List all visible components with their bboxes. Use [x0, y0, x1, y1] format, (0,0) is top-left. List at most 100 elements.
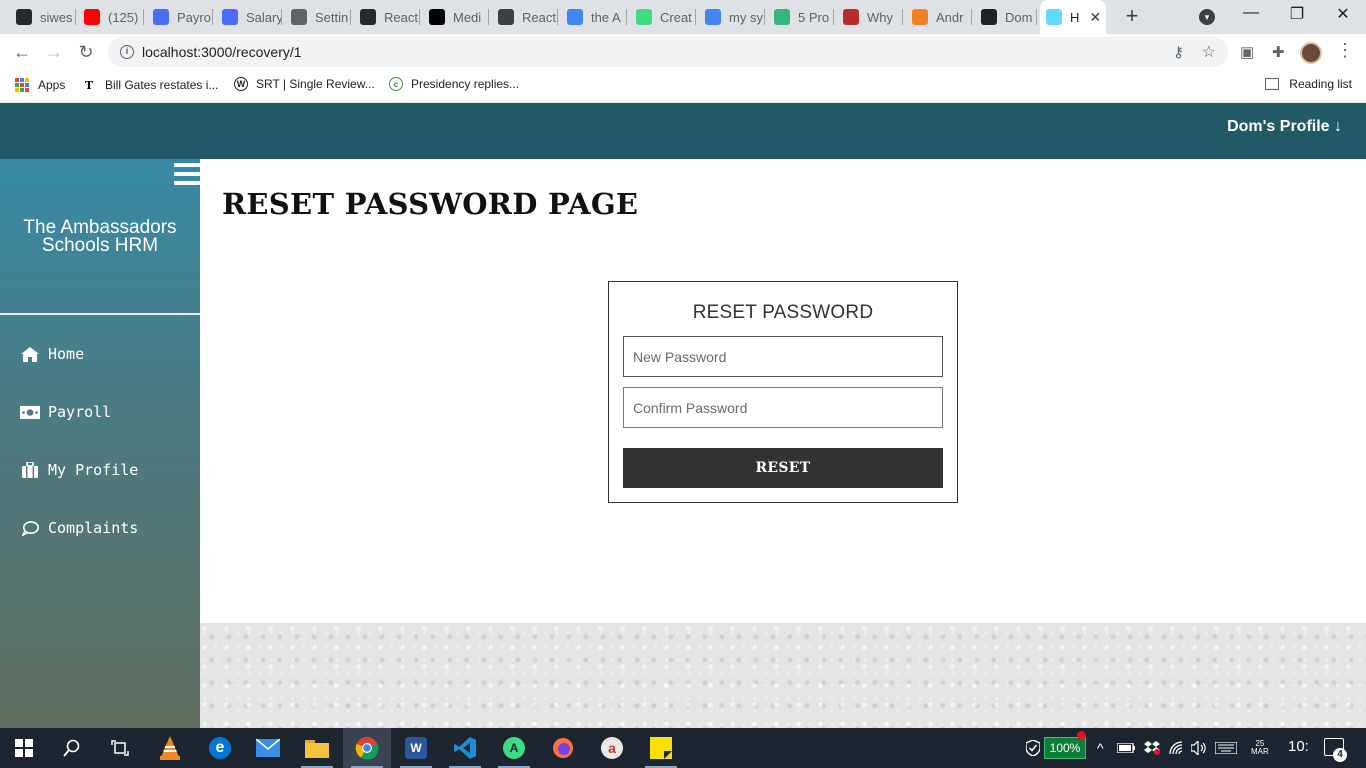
browser-tab[interactable]: React [354, 0, 420, 34]
bookmark-label: Presidency replies... [411, 77, 520, 91]
keyboard-icon[interactable] [1215, 728, 1237, 768]
window-close-icon[interactable]: ✕ [1328, 4, 1358, 24]
tab-label: Dom [1005, 9, 1033, 25]
back-icon[interactable]: ← [10, 40, 34, 64]
minimize-icon[interactable]: — [1236, 4, 1266, 22]
browser-tab[interactable]: Andr [906, 0, 972, 34]
bookmark-apps[interactable]: Apps [14, 77, 65, 93]
volume-icon[interactable] [1191, 728, 1207, 768]
github-icon [16, 9, 32, 25]
notification-dot-icon [1077, 731, 1086, 740]
edge-icon[interactable]: e [196, 728, 244, 768]
taskbar-search-icon[interactable] [48, 728, 96, 768]
site-info-icon[interactable]: i [120, 45, 134, 59]
bookmark-item[interactable]: T Bill Gates restates i... [81, 77, 218, 93]
sidebar-item-my-profile[interactable]: My Profile [20, 461, 138, 479]
task-view-icon[interactable] [96, 728, 144, 768]
date-indicator[interactable]: 25 MAR [1251, 740, 1269, 756]
home-icon [20, 346, 40, 362]
new-password-input[interactable] [623, 336, 943, 377]
date-month: MAR [1251, 747, 1269, 756]
browser-tab[interactable]: (125) [78, 0, 144, 34]
browser-tab[interactable]: H ✕ [1040, 0, 1106, 34]
browser-tab[interactable]: Settin [285, 0, 351, 34]
sidebar-item-label: Home [48, 345, 85, 363]
browser-tab[interactable]: Salary [216, 0, 282, 34]
stackoverflow-icon [912, 9, 928, 25]
chrome-taskbar-icon[interactable] [343, 728, 391, 768]
diamond-icon [498, 9, 514, 25]
browser-tab[interactable]: the A [561, 0, 627, 34]
browser-menu-icon[interactable]: ⋮ [1336, 40, 1354, 61]
show-hidden-icons-icon[interactable]: ^ [1097, 728, 1104, 768]
tab-separator [1036, 9, 1037, 25]
browser-tab[interactable]: Creat [630, 0, 696, 34]
browser-tab[interactable]: Dom [975, 0, 1037, 34]
clock[interactable]: 10: [1288, 738, 1309, 755]
windows-logo-icon [15, 739, 33, 757]
start-button[interactable] [0, 728, 48, 768]
bookmark-item[interactable]: W SRT | Single Review... [234, 77, 375, 91]
reading-list-icon [1265, 78, 1280, 90]
tab-separator [833, 9, 834, 25]
android-studio-icon[interactable]: A [490, 728, 538, 768]
browser-tab[interactable]: siwes [10, 0, 76, 34]
wifi-icon[interactable] [1169, 728, 1185, 768]
vlc-icon[interactable] [146, 728, 194, 768]
extension-icon[interactable]: ▣ [1240, 43, 1254, 61]
hamburger-menu-icon[interactable] [174, 163, 200, 185]
mail-icon[interactable] [244, 728, 292, 768]
browser-tab[interactable]: Payro [147, 0, 213, 34]
browser-tab[interactable]: React [492, 0, 558, 34]
address-bar[interactable]: i localhost:3000/recovery/1 ⚷ ☆ [108, 37, 1228, 67]
restore-icon[interactable]: ❐ [1282, 4, 1312, 24]
vscode-icon[interactable] [441, 728, 489, 768]
tab-label: Payro [177, 9, 211, 25]
sidebar-item-payroll[interactable]: Payroll [20, 403, 111, 421]
reset-button[interactable]: RESET [623, 448, 943, 488]
profile-dropdown[interactable]: Dom's Profile ↓ [1227, 118, 1342, 136]
globe-icon [222, 9, 238, 25]
password-key-icon[interactable]: ⚷ [1173, 43, 1184, 61]
reload-icon[interactable]: ↻ [74, 40, 98, 64]
tab-separator [143, 9, 144, 25]
file-explorer-icon[interactable] [293, 728, 341, 768]
extensions-puzzle-icon[interactable]: ✚ [1272, 43, 1285, 61]
tab-label: siwes [40, 9, 73, 25]
tab-separator [350, 9, 351, 25]
address-url[interactable]: localhost:3000/recovery/1 [142, 44, 302, 60]
tab-separator [212, 9, 213, 25]
sidebar-item-label: Complaints [48, 519, 139, 537]
sidebar-item-complaints[interactable]: Complaints [20, 519, 138, 537]
tab-label: 5 Pro [798, 9, 830, 25]
word-icon[interactable]: W [392, 728, 440, 768]
tab-label: H [1070, 9, 1080, 25]
browser-tab[interactable]: Medi [423, 0, 489, 34]
confirm-password-input[interactable] [623, 387, 943, 428]
sidebar-item-home[interactable]: Home [20, 345, 84, 363]
dropbox-icon[interactable] [1144, 728, 1160, 768]
browser-tab[interactable]: 5 Pro [768, 0, 834, 34]
browser-tab[interactable]: my sy [699, 0, 765, 34]
google-icon [705, 9, 721, 25]
page-title: RESET PASSWORD PAGE [222, 187, 639, 221]
tab-search-icon[interactable]: ▾ [1199, 9, 1215, 25]
tab-separator [902, 9, 903, 25]
new-tab-button[interactable]: + [1120, 5, 1144, 29]
bookmark-item[interactable]: c Presidency replies... [389, 77, 519, 91]
reading-list-button[interactable]: Reading list [1265, 77, 1352, 91]
pdf-reader-icon[interactable]: a [588, 728, 636, 768]
firefox-icon[interactable] [539, 728, 587, 768]
battery-icon[interactable] [1117, 728, 1135, 768]
sticky-notes-icon[interactable] [637, 728, 685, 768]
browser-tab[interactable]: Why [837, 0, 903, 34]
tab-label: Settin [315, 9, 349, 25]
bookmark-star-icon[interactable]: ☆ [1202, 42, 1216, 62]
tab-close-icon[interactable]: ✕ [1089, 9, 1101, 26]
bookmark-label: Bill Gates restates i... [105, 78, 219, 92]
defender-icon[interactable] [1026, 728, 1040, 768]
forward-icon[interactable]: → [42, 40, 66, 64]
avatar[interactable] [1300, 42, 1322, 64]
tab-label: React [384, 9, 418, 25]
battery-indicator[interactable]: 100% [1044, 737, 1086, 759]
